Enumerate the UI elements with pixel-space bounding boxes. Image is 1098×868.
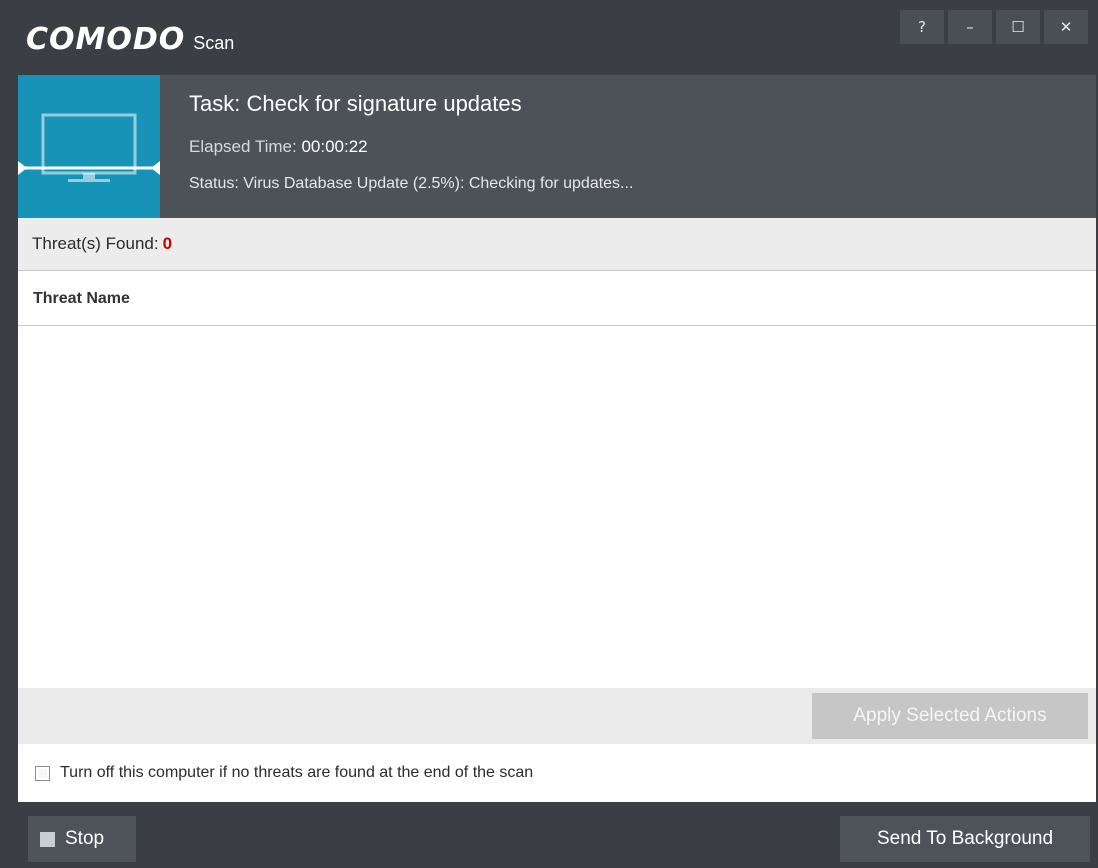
scan-header: Task: Check for signature updates Elapse… [18, 75, 1096, 218]
threats-found-count: 0 [162, 234, 173, 253]
monitor-icon [18, 113, 160, 182]
stop-button[interactable]: Stop [28, 816, 136, 862]
shutdown-option: Turn off this computer if no threats are… [18, 744, 1096, 802]
close-button[interactable]: ✕ [1044, 10, 1088, 44]
window-title: Scan [193, 33, 235, 53]
elapsed-time: Elapsed Time: 00:00:22 [189, 137, 368, 157]
brand: COMODO Scan [26, 22, 234, 57]
title-bar: COMODO Scan ? – ☐ ✕ [0, 0, 1098, 75]
actions-bar: Apply Selected Actions [18, 688, 1096, 744]
stop-icon [40, 831, 55, 847]
apply-selected-actions-button[interactable]: Apply Selected Actions [812, 693, 1088, 739]
bottom-bar: Stop Send To Background [0, 802, 1098, 868]
threats-found-label: Threat(s) Found: [32, 234, 159, 253]
threats-found-bar: Threat(s) Found: 0 [18, 218, 1096, 271]
column-threat-name[interactable]: Threat Name [33, 290, 130, 308]
maximize-button[interactable]: ☐ [996, 10, 1040, 44]
send-to-background-button[interactable]: Send To Background [840, 816, 1090, 862]
elapsed-value: 00:00:22 [301, 137, 368, 156]
monitor-tile [18, 75, 160, 218]
threat-table-header: Threat Name [18, 272, 1096, 326]
window-controls: ? – ☐ ✕ [900, 10, 1088, 44]
shutdown-label[interactable]: Turn off this computer if no threats are… [60, 764, 533, 782]
status-text: Status: Virus Database Update (2.5%): Ch… [189, 175, 634, 192]
threat-table-body[interactable] [18, 326, 1096, 688]
help-button[interactable]: ? [900, 10, 944, 44]
minimize-button[interactable]: – [948, 10, 992, 44]
task-title: Task: Check for signature updates [189, 91, 522, 116]
stop-label: Stop [65, 828, 105, 849]
brand-logo: COMODO [26, 22, 186, 57]
elapsed-label: Elapsed Time: [189, 137, 302, 156]
shutdown-checkbox[interactable] [35, 765, 50, 781]
